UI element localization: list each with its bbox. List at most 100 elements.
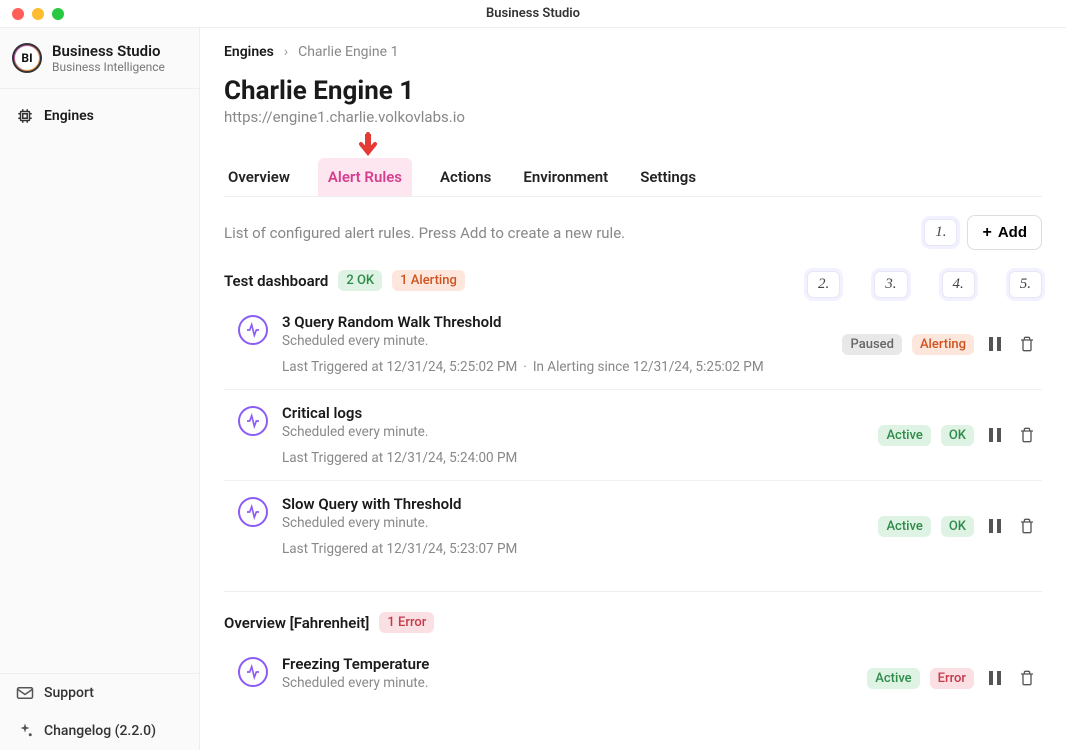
rule-body: Slow Query with Threshold Scheduled every… <box>282 495 864 557</box>
rule-name: 3 Query Random Walk Threshold <box>282 313 828 331</box>
annotation-callout-row: 2. 3. 4. 5. <box>807 271 1042 298</box>
pause-icon <box>988 518 1002 534</box>
rule-body: Freezing Temperature Scheduled every minu… <box>282 655 853 701</box>
tab-environment[interactable]: Environment <box>519 158 612 196</box>
main-content: Engines › Charlie Engine 1 Charlie Engin… <box>200 28 1066 750</box>
window-controls <box>12 8 64 20</box>
activity-icon <box>238 315 268 345</box>
status-badge: Error <box>930 668 974 689</box>
activity-icon <box>238 497 268 527</box>
brand: BI Business Studio Business Intelligence <box>0 28 199 88</box>
breadcrumb-root[interactable]: Engines <box>224 44 274 60</box>
tab-alert-rules[interactable]: Alert Rules <box>318 158 412 196</box>
rule-row[interactable]: 2.3.4.5.3 Query Random Walk ThresholdSch… <box>224 299 1042 390</box>
dashboard-group: Overview [Fahrenheit]1 Error Freezing Tem… <box>224 612 1042 715</box>
rule-last-triggered: Last Triggered at 12/31/24, 5:25:02 PM <box>282 359 517 375</box>
annotation-arrow <box>224 138 1042 158</box>
rule-schedule: Scheduled every minute. <box>282 515 864 531</box>
dashboard-header: Overview [Fahrenheit]1 Error <box>224 612 1042 633</box>
sidebar-item-label: Support <box>44 685 94 701</box>
status-badge: Active <box>878 516 930 537</box>
minimize-window-button[interactable] <box>32 8 44 20</box>
summary-badge: 1 Alerting <box>392 270 465 291</box>
pause-button[interactable] <box>984 515 1006 537</box>
tab-actions[interactable]: Actions <box>436 158 495 196</box>
delete-button[interactable] <box>1016 424 1038 446</box>
pause-button[interactable] <box>984 424 1006 446</box>
rule-row[interactable]: Slow Query with Threshold Scheduled every… <box>224 481 1042 571</box>
rule-body: 3 Query Random Walk Threshold Scheduled e… <box>282 313 828 375</box>
add-button-label: Add <box>998 224 1027 241</box>
annotation-callout: 4. <box>942 271 975 298</box>
sidebar-item-support[interactable]: Support <box>0 674 199 712</box>
tab-overview[interactable]: Overview <box>224 158 294 196</box>
delete-button[interactable] <box>1016 515 1038 537</box>
add-button[interactable]: + Add <box>967 215 1042 250</box>
status-badge: OK <box>941 425 974 446</box>
delete-button[interactable] <box>1016 333 1038 355</box>
brand-logo: BI <box>12 43 42 73</box>
close-window-button[interactable] <box>12 8 24 20</box>
rule-schedule: Scheduled every minute. <box>282 333 828 349</box>
window-title: Business Studio <box>64 6 1002 21</box>
rule-row[interactable]: Freezing Temperature Scheduled every minu… <box>224 641 1042 715</box>
rule-last-triggered: Last Triggered at 12/31/24, 5:23:07 PM <box>282 541 517 557</box>
cpu-icon <box>16 107 34 125</box>
brand-name: Business Studio <box>52 42 165 60</box>
pause-icon <box>988 427 1002 443</box>
list-description: List of configured alert rules. Press Ad… <box>224 224 625 242</box>
annotation-callout: 2. <box>807 271 840 298</box>
status-badge: OK <box>941 516 974 537</box>
annotation-callout-1: 1. <box>924 219 957 246</box>
mail-icon <box>16 684 34 702</box>
rule-schedule: Scheduled every minute. <box>282 424 864 440</box>
rule-alerting-since: In Alerting since 12/31/24, 5:25:02 PM <box>533 359 764 375</box>
trash-icon <box>1019 426 1035 444</box>
sidebar-item-engines[interactable]: Engines <box>0 97 199 135</box>
status-badge: Active <box>878 425 930 446</box>
rule-name: Critical logs <box>282 404 864 422</box>
activity-icon <box>238 406 268 436</box>
status-badge: Paused <box>842 334 901 355</box>
rule-name: Freezing Temperature <box>282 655 853 673</box>
breadcrumb: Engines › Charlie Engine 1 <box>224 28 1042 76</box>
pause-button[interactable] <box>984 667 1006 689</box>
rule-actions: ActiveError <box>867 667 1038 689</box>
sidebar: BI Business Studio Business Intelligence… <box>0 28 200 750</box>
sidebar-item-changelog[interactable]: Changelog (2.2.0) <box>0 712 199 750</box>
rule-triggered-info: Last Triggered at 12/31/24, 5:24:00 PM <box>282 450 864 466</box>
annotation-callout: 5. <box>1009 271 1042 298</box>
rule-last-triggered: Last Triggered at 12/31/24, 5:24:00 PM <box>282 450 517 466</box>
trash-icon <box>1019 517 1035 535</box>
tab-settings[interactable]: Settings <box>636 158 700 196</box>
sidebar-item-label: Engines <box>44 108 94 124</box>
rule-actions: PausedAlerting <box>842 333 1038 355</box>
delete-button[interactable] <box>1016 667 1038 689</box>
page-url: https://engine1.charlie.volkovlabs.io <box>224 108 1042 126</box>
plus-icon: + <box>982 225 991 241</box>
sidebar-item-label: Changelog (2.2.0) <box>44 723 156 739</box>
trash-icon <box>1019 669 1035 687</box>
pause-icon <box>988 336 1002 352</box>
activity-icon <box>238 657 268 687</box>
divider <box>224 591 1042 592</box>
trash-icon <box>1019 335 1035 353</box>
dot-separator: · <box>523 359 527 375</box>
tabs: Overview Alert Rules Actions Environment… <box>224 158 1042 197</box>
summary-badge: 2 OK <box>338 270 382 291</box>
page-title: Charlie Engine 1 <box>224 76 1042 106</box>
pause-button[interactable] <box>984 333 1006 355</box>
window-titlebar: Business Studio <box>0 0 1066 28</box>
rule-actions: Active OK <box>878 515 1038 537</box>
rule-body: Critical logs Scheduled every minute. Last… <box>282 404 864 466</box>
dashboard-name: Overview [Fahrenheit] <box>224 614 369 632</box>
rule-name: Slow Query with Threshold <box>282 495 864 513</box>
rule-schedule: Scheduled every minute. <box>282 675 853 691</box>
dashboard-name: Test dashboard <box>224 272 328 290</box>
rule-triggered-info: Last Triggered at 12/31/24, 5:25:02 PM · I… <box>282 359 828 375</box>
rule-row[interactable]: Critical logs Scheduled every minute. Last… <box>224 390 1042 481</box>
brand-tagline: Business Intelligence <box>52 60 165 74</box>
maximize-window-button[interactable] <box>52 8 64 20</box>
annotation-callout: 3. <box>874 271 907 298</box>
breadcrumb-leaf: Charlie Engine 1 <box>298 44 398 60</box>
